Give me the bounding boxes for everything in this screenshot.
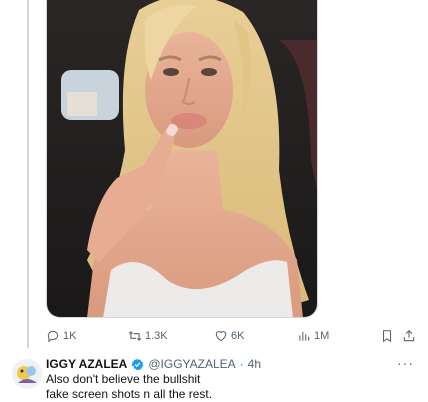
bookmark-button[interactable] <box>380 326 394 346</box>
bookmark-icon <box>382 330 392 343</box>
tweet-text-line-1: Also don't believe the bullshit <box>46 372 201 386</box>
like-button[interactable]: 6K <box>214 326 244 346</box>
views-button[interactable]: 1M <box>297 326 329 346</box>
reply-button[interactable]: 1K <box>46 326 76 346</box>
like-count: 6K <box>231 330 245 342</box>
user-handle[interactable]: @IGGYAZALEA <box>148 357 235 371</box>
reply-count: 1K <box>63 330 77 342</box>
repost-count: 1.3K <box>145 330 168 342</box>
verified-badge-icon <box>131 358 144 371</box>
reply-tweet[interactable]: IGGY AZALEA @IGGYAZALEA · 4h ··· Also do… <box>0 353 428 402</box>
heart-icon <box>215 331 227 342</box>
tweet-text: Also don't believe the bullshit fake scr… <box>46 372 406 402</box>
separator-dot: · <box>239 357 244 371</box>
reply-icon <box>47 330 59 343</box>
more-options-icon[interactable]: ··· <box>397 356 414 370</box>
repost-icon <box>128 331 142 341</box>
analytics-icon <box>299 331 310 341</box>
repost-button[interactable]: 1.3K <box>128 326 168 346</box>
photo-illustration <box>47 0 317 317</box>
thread-line <box>27 0 29 348</box>
tweet-header: IGGY AZALEA @IGGYAZALEA · 4h <box>46 357 261 371</box>
tweet-media-photo[interactable] <box>46 0 318 318</box>
avatar-image <box>12 359 42 389</box>
view-count: 1M <box>314 330 330 342</box>
share-button[interactable] <box>402 326 416 346</box>
timestamp[interactable]: 4h <box>248 357 261 371</box>
tweet-action-bar: 1K 1.3K 6K 1M <box>46 326 418 346</box>
avatar[interactable] <box>12 359 42 389</box>
share-icon <box>403 330 415 342</box>
display-name[interactable]: IGGY AZALEA <box>46 357 127 371</box>
